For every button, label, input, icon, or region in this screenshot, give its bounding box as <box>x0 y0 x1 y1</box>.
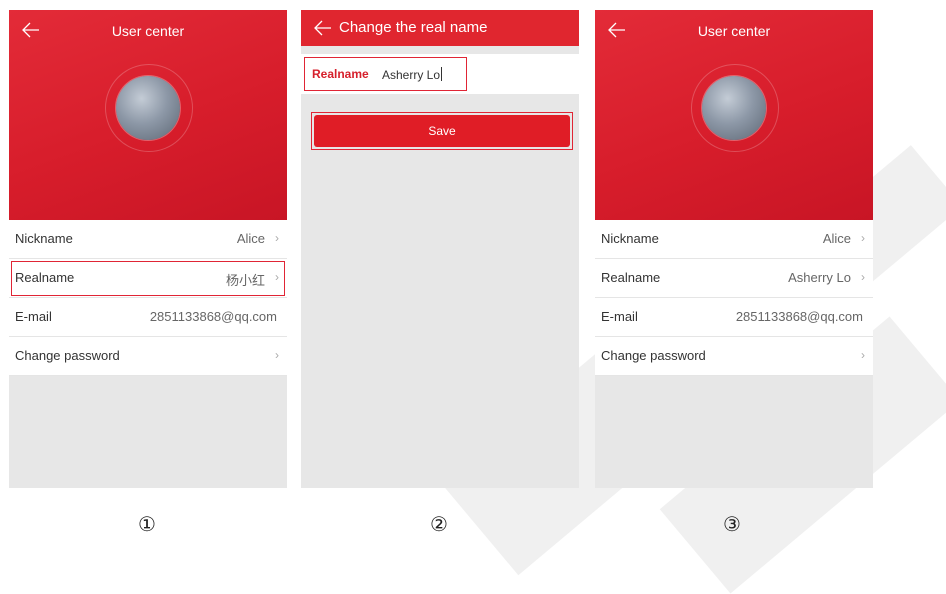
row-value: 2851133868@qq.com <box>149 309 277 324</box>
row-label: Realname <box>601 270 661 285</box>
user-center-screen-before: User center Nickname Alice › Realname 杨小… <box>9 10 287 488</box>
email-row: E-mail 2851133868@qq.com <box>9 298 287 337</box>
row-label: Nickname <box>601 231 659 246</box>
field-label: Realname <box>312 67 369 81</box>
row-value: 杨小红 <box>225 273 265 288</box>
profile-list: Nickname Alice › Realname 杨小红 › E-mail 2… <box>9 220 287 376</box>
step-number-3: ③ <box>723 514 741 536</box>
row-value: Alice <box>822 231 851 246</box>
back-arrow-icon[interactable] <box>311 16 335 40</box>
email-row: E-mail 2851133868@qq.com <box>595 298 873 337</box>
save-button[interactable]: Save <box>314 115 570 147</box>
row-label: Change password <box>15 348 120 363</box>
step-number-2: ② <box>430 514 448 536</box>
profile-header: User center <box>9 10 287 220</box>
avatar[interactable] <box>702 76 766 140</box>
chevron-right-icon: › <box>861 270 865 284</box>
top-bar: Change the real name <box>301 10 579 46</box>
chevron-right-icon: › <box>275 348 279 362</box>
realname-row[interactable]: Realname 杨小红 › <box>9 259 287 298</box>
chevron-right-icon: › <box>861 348 865 362</box>
change-password-row[interactable]: Change password › <box>595 337 873 376</box>
row-label: E-mail <box>601 309 638 324</box>
row-label: Realname <box>15 270 75 285</box>
chevron-right-icon: › <box>275 270 279 284</box>
row-label: Change password <box>601 348 706 363</box>
input-value: Asherry Lo <box>382 68 441 82</box>
page-title: Change the real name <box>339 19 488 36</box>
nickname-row[interactable]: Nickname Alice › <box>595 220 873 259</box>
page-title: User center <box>111 23 185 39</box>
realname-form: Realname Asherry Lo <box>301 54 579 94</box>
profile-list: Nickname Alice › Realname Asherry Lo › E… <box>595 220 873 376</box>
row-value: Alice <box>236 231 265 246</box>
avatar[interactable] <box>116 76 180 140</box>
user-center-screen-after: User center Nickname Alice › Realname As… <box>595 10 873 488</box>
text-caret <box>441 67 443 81</box>
realname-field[interactable]: Realname Asherry Lo <box>304 57 467 91</box>
row-value: 2851133868@qq.com <box>735 309 863 324</box>
profile-header: User center <box>595 10 873 220</box>
change-real-name-screen: Change the real name Realname Asherry Lo… <box>301 10 579 488</box>
realname-row[interactable]: Realname Asherry Lo › <box>595 259 873 298</box>
row-value: Asherry Lo <box>788 270 851 285</box>
change-password-row[interactable]: Change password › <box>9 337 287 376</box>
row-label: E-mail <box>15 309 52 324</box>
page-title: User center <box>697 23 771 39</box>
row-label: Nickname <box>15 231 73 246</box>
chevron-right-icon: › <box>861 231 865 245</box>
chevron-right-icon: › <box>275 231 279 245</box>
nickname-row[interactable]: Nickname Alice › <box>9 220 287 259</box>
step-number-1: ① <box>138 514 156 536</box>
realname-input[interactable]: Asherry Lo <box>382 67 443 82</box>
